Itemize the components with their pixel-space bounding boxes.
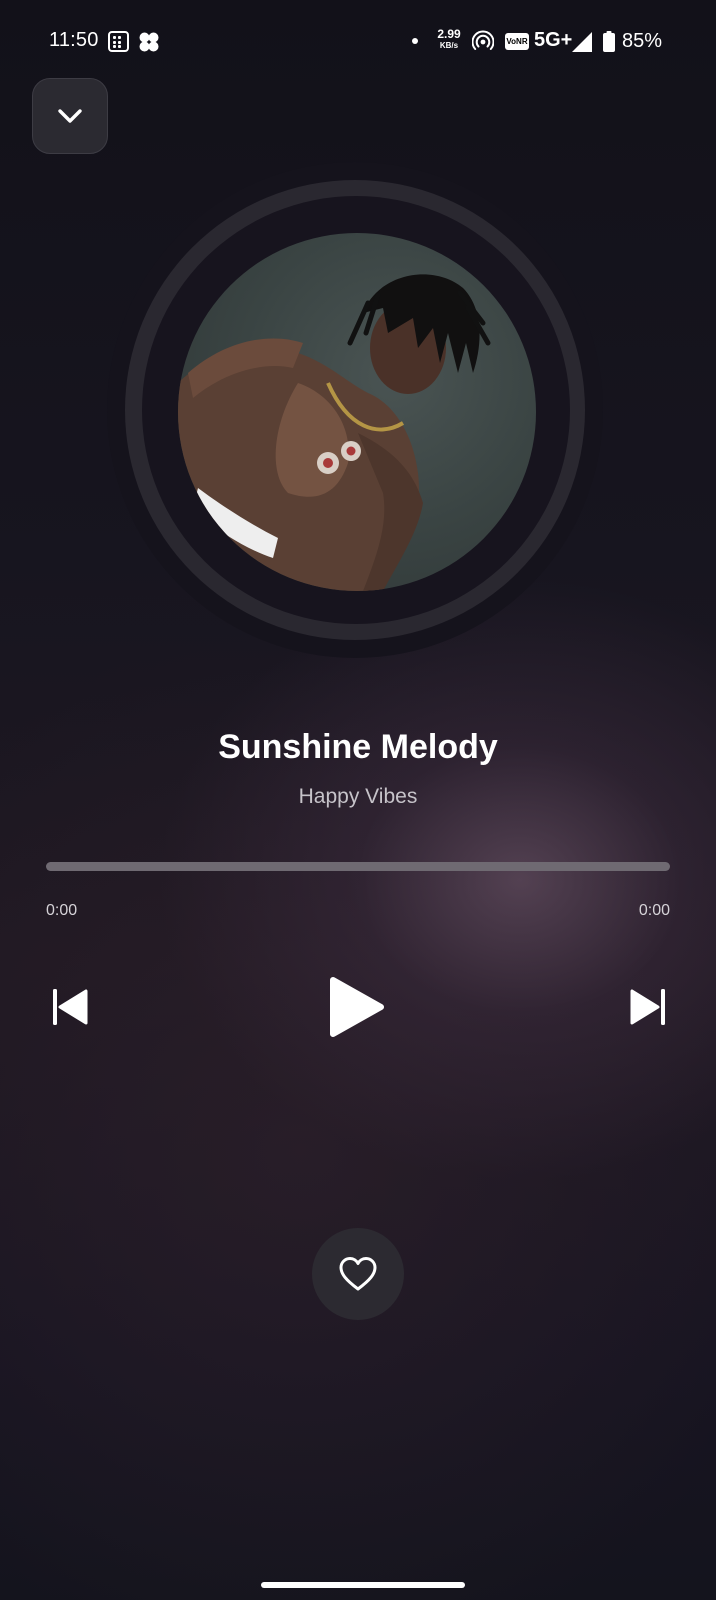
skip-next-icon: [630, 989, 665, 1025]
vonr-badge: VoNR: [505, 33, 529, 50]
status-time: 11:50: [49, 29, 99, 51]
signal-icon: [572, 32, 592, 52]
skip-previous-icon: [53, 989, 88, 1025]
previous-button[interactable]: [50, 985, 90, 1029]
network-speed-unit: KB/s: [439, 41, 459, 50]
album-art: [178, 233, 536, 591]
heart-outline-icon: [339, 1257, 377, 1291]
network-speed: 2.99 KB/s: [432, 28, 466, 50]
clover-icon: [139, 32, 159, 52]
battery-percent: 85%: [622, 30, 663, 52]
next-button[interactable]: [628, 985, 668, 1029]
song-title: Sunshine Melody: [218, 728, 498, 766]
time-total: 0:00: [638, 902, 670, 919]
calculator-icon: [108, 31, 129, 52]
play-icon: [330, 977, 384, 1037]
hotspot-icon: [472, 30, 494, 50]
favorite-button[interactable]: [312, 1228, 404, 1320]
progress-bar[interactable]: [46, 862, 670, 871]
collapse-button[interactable]: [32, 78, 108, 154]
home-indicator[interactable]: [261, 1582, 465, 1588]
notification-dot-icon: [412, 38, 418, 44]
chevron-down-icon: [58, 109, 82, 123]
network-type: 5G+: [534, 29, 573, 51]
battery-icon: [603, 31, 615, 52]
song-artist: Happy Vibes: [298, 785, 418, 808]
play-button[interactable]: [325, 975, 387, 1039]
network-speed-value: 2.99: [437, 27, 461, 41]
status-bar: 11:50 2.99 KB/s VoNR 5G+ 85%: [0, 0, 716, 84]
album-art-image: [178, 274, 491, 591]
time-elapsed: 0:00: [46, 902, 78, 919]
